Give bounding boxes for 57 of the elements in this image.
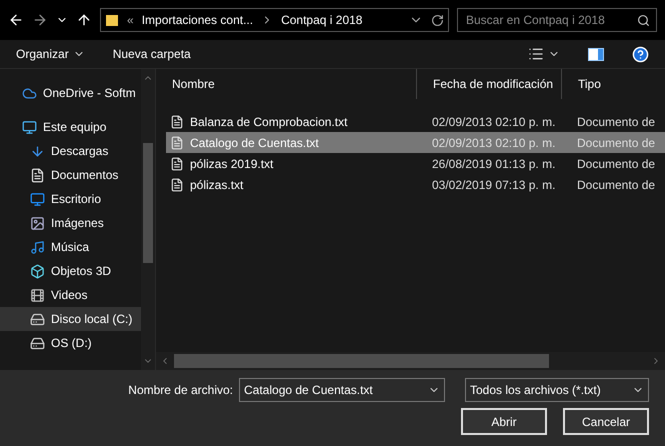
file-row[interactable]: pólizas 2019.txt 26/08/2019 01:13 p. m. Documento de [166,153,665,174]
back-button[interactable] [8,12,24,28]
sidebar-item[interactable]: Música [0,235,141,259]
music-note-icon [30,240,45,254]
preview-pane-icon[interactable] [588,48,604,60]
list-view-icon [528,46,544,62]
open-button[interactable]: Abrir [461,408,547,435]
view-options-button[interactable] [528,46,560,62]
address-bar[interactable]: « Importaciones cont... Contpaq i 2018 [100,8,449,32]
sidebar-item[interactable]: Escritorio [0,187,141,211]
sidebar-item[interactable]: Imágenes [0,211,141,235]
overflow-marker[interactable]: « [127,13,134,27]
desktop-icon [30,192,45,206]
file-type-dropdown[interactable]: Todos los archivos (*.txt) [465,378,649,402]
sidebar-item[interactable]: Videos [0,283,141,307]
file-name-label: Nombre de archivo: [128,383,233,397]
drive-icon [30,312,45,326]
text-file-icon [170,178,184,192]
sidebar-item[interactable]: Este equipo [0,115,141,139]
help-icon[interactable] [632,46,649,62]
breadcrumb-item[interactable]: Contpaq i 2018 [281,13,362,27]
cancel-button[interactable]: Cancelar [563,408,649,435]
cloud-icon [22,86,37,100]
column-header[interactable]: Fecha de modificación [416,69,561,99]
monitor-icon [22,120,37,134]
vertical-scrollbar[interactable] [141,69,155,370]
text-file-icon [170,156,184,170]
search-field[interactable]: Buscar en Contpaq i 2018 [457,8,657,32]
breadcrumb-item[interactable]: Importaciones cont... [142,13,254,27]
download-icon [30,144,45,158]
refresh-icon[interactable] [431,14,444,26]
drive-icon [30,336,45,350]
text-file-icon [170,136,184,150]
sidebar-item[interactable]: Descargas [0,139,141,163]
forward-button[interactable] [32,12,48,28]
organize-button[interactable]: Organizar [16,47,85,61]
sidebar-item[interactable]: Disco local (C:) [0,307,141,331]
file-row[interactable]: pólizas.txt 03/02/2019 07:13 p. m. Documento de [166,174,665,195]
text-file-icon [170,114,184,128]
file-name-field[interactable]: Catalogo de Cuentas.txt [239,378,445,402]
file-row[interactable]: Catalogo de Cuentas.txt 02/09/2013 02:10 p. m. Documento de [166,132,665,153]
column-header[interactable]: Nombre [156,69,416,99]
sidebar-item[interactable]: OneDrive - Softm [0,81,141,105]
search-icon [637,14,650,26]
sidebar-item[interactable]: Objetos 3D [0,259,141,283]
sidebar-item[interactable]: Documentos [0,163,141,187]
picture-icon [30,216,45,230]
film-icon [30,288,45,302]
column-header[interactable]: Tipo [561,69,665,99]
folder-icon [105,13,119,27]
cube-icon [30,264,45,278]
new-folder-button[interactable]: Nueva carpeta [112,47,191,61]
up-button[interactable] [76,12,92,28]
file-row[interactable]: Balanza de Comprobacion.txt 02/09/2013 02:10 p. m. Documento de [166,111,665,132]
horizontal-scrollbar[interactable] [156,352,665,370]
document-icon [30,168,45,182]
sidebar-item[interactable]: OS (D:) [0,331,141,355]
